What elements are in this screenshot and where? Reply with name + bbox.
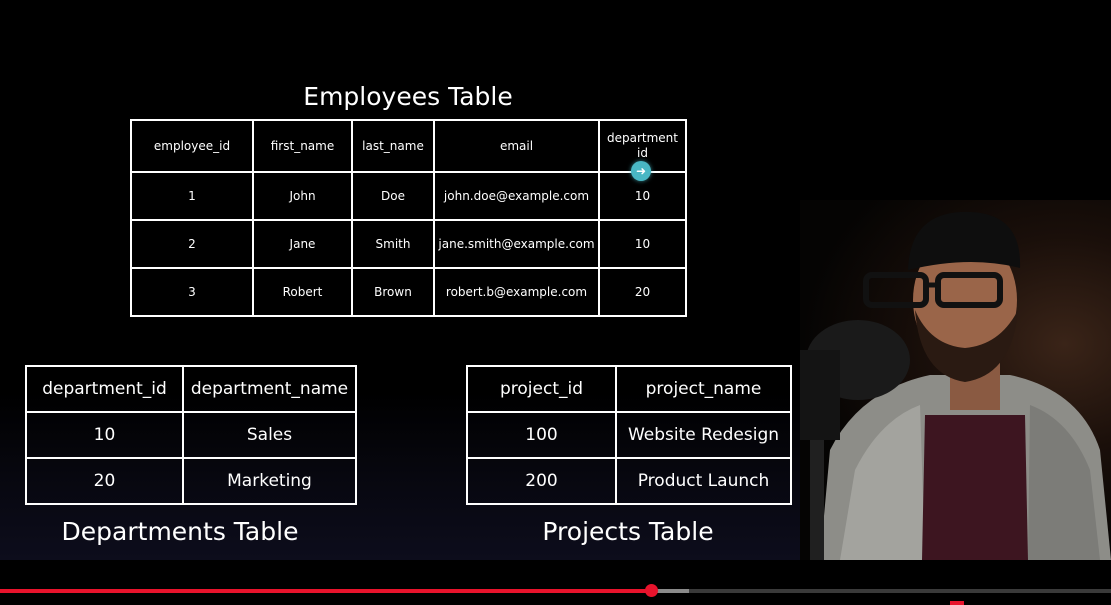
- table-row: 2 Jane Smith jane.smith@example.com 10: [130, 219, 687, 269]
- table-cell: 10: [598, 219, 687, 269]
- projects-table-title: Projects Table: [542, 517, 714, 546]
- table-cell: 2: [130, 219, 254, 269]
- header-cell: project_id: [466, 365, 617, 413]
- table-cell: 10: [25, 411, 184, 459]
- table-cell: Product Launch: [615, 457, 792, 505]
- table-cell: jane.smith@example.com: [433, 219, 600, 269]
- table-cell: 200: [466, 457, 617, 505]
- header-cell: project_name: [615, 365, 792, 413]
- table-row: 10 Sales: [25, 411, 357, 459]
- presenter-illustration: [800, 211, 1111, 560]
- table-cell: Doe: [351, 171, 435, 221]
- table-cell: Website Redesign: [615, 411, 792, 459]
- table-header-row: employee_id first_name last_name email d…: [130, 119, 687, 173]
- slide-canvas: Employees Table employee_id first_name l…: [0, 0, 1111, 560]
- employees-table: employee_id first_name last_name email d…: [130, 119, 687, 317]
- table-cell: Smith: [351, 219, 435, 269]
- progress-scrubber-handle[interactable]: [645, 584, 659, 597]
- header-cell: email: [433, 119, 600, 173]
- progress-marker: [950, 601, 964, 605]
- table-cell: John: [252, 171, 353, 221]
- header-cell: employee_id: [130, 119, 254, 173]
- table-cell: 1: [130, 171, 254, 221]
- table-row: 100 Website Redesign: [466, 411, 792, 459]
- table-cell: Robert: [252, 267, 353, 317]
- table-header-row: department_id department_name: [25, 365, 357, 413]
- departments-table: department_id department_name 10 Sales 2…: [25, 365, 357, 505]
- projects-table: project_id project_name 100 Website Rede…: [466, 365, 792, 505]
- arrow-right-circle-icon: ➜: [631, 161, 651, 181]
- progress-played: [0, 589, 652, 593]
- header-cell: department_id: [25, 365, 184, 413]
- table-cell: robert.b@example.com: [433, 267, 600, 317]
- table-row: 200 Product Launch: [466, 457, 792, 505]
- table-cell: Jane: [252, 219, 353, 269]
- header-cell: department_name: [182, 365, 357, 413]
- departments-table-title: Departments Table: [61, 517, 299, 546]
- table-cell: Sales: [182, 411, 357, 459]
- employees-table-title: Employees Table: [303, 82, 513, 111]
- table-cell: Brown: [351, 267, 435, 317]
- table-row: 1 John Doe john.doe@example.com 10: [130, 171, 687, 221]
- table-cell: john.doe@example.com: [433, 171, 600, 221]
- header-cell: last_name: [351, 119, 435, 173]
- table-cell: 3: [130, 267, 254, 317]
- presenter-webcam: [800, 200, 1111, 560]
- table-cell: 20: [598, 267, 687, 317]
- table-row: 3 Robert Brown robert.b@example.com 20: [130, 267, 687, 317]
- table-cell: 100: [466, 411, 617, 459]
- video-progress-bar[interactable]: [0, 584, 1111, 597]
- header-cell-text: department id: [607, 131, 678, 160]
- header-cell: first_name: [252, 119, 353, 173]
- table-row: 20 Marketing: [25, 457, 357, 505]
- table-cell: 20: [25, 457, 184, 505]
- table-cell: Marketing: [182, 457, 357, 505]
- table-header-row: project_id project_name: [466, 365, 792, 413]
